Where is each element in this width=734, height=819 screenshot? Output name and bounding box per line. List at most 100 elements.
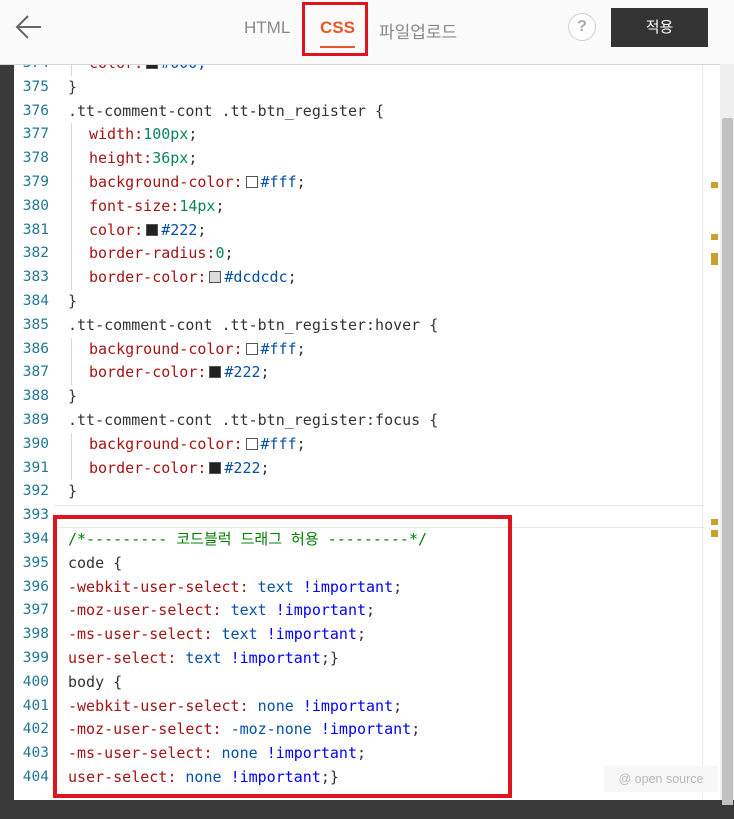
code-line[interactable]: 380 font-size:14px; (14, 194, 704, 219)
code-line[interactable]: 379 background-color: #fff; (14, 171, 704, 195)
code-line[interactable]: 376 .tt-comment-cont .tt-btn_register { (14, 100, 704, 124)
code-token: color: (89, 64, 143, 72)
scroll-marker (711, 182, 718, 188)
code-line[interactable]: 377 width:100px; (14, 123, 704, 148)
code-line[interactable]: 383 border-color: #dcdcdc; (14, 266, 704, 290)
color-swatch (146, 223, 159, 236)
back-arrow-icon[interactable] (14, 12, 44, 42)
tab-file-upload[interactable]: 파일업로드 (379, 18, 457, 43)
top-bar: HTML CSS 파일업로드 ? 적용 (0, 0, 734, 65)
indent-guide (71, 218, 89, 243)
code-token: ; (296, 339, 306, 358)
open-source-badge[interactable]: @ open source (604, 766, 718, 792)
line-number: 385 (22, 316, 49, 333)
code-line[interactable]: 392} (14, 480, 704, 504)
line-number: 392 (22, 483, 49, 500)
code-token: color: (89, 220, 144, 239)
code-token: width: (89, 125, 144, 144)
code-text: background-color: #fff; (68, 171, 306, 195)
css-tab-annotation-box (302, 2, 368, 56)
code-text: background-color: #fff; (68, 337, 306, 362)
code-token: #000; (161, 64, 206, 72)
code-token: #222 (224, 458, 261, 477)
code-line[interactable]: 388} (14, 385, 704, 409)
line-number: 401 (22, 697, 49, 714)
indent-guide (71, 456, 89, 481)
code-token: .tt-comment-cont .tt-btn_register:hover … (68, 315, 439, 334)
scroll-marker (711, 253, 718, 265)
code-token: ; (188, 125, 198, 144)
line-number: 376 (22, 102, 49, 119)
line-number: 384 (22, 293, 49, 309)
line-number: 377 (22, 126, 49, 143)
code-line[interactable]: 391 border-color: #222; (14, 456, 704, 481)
code-text: color: #000; (68, 64, 206, 76)
code-text: } (68, 480, 77, 504)
code-token: ; (287, 268, 297, 287)
code-line[interactable]: 390 background-color: #fff; (14, 432, 704, 457)
code-text: .tt-comment-cont .tt-btn_register:hover … (68, 314, 438, 338)
code-token: } (68, 387, 78, 406)
apply-button[interactable]: 적용 (611, 8, 708, 47)
code-text: .tt-comment-cont .tt-btn_register { (68, 100, 384, 124)
color-swatch (245, 342, 258, 355)
code-line[interactable]: 389 .tt-comment-cont .tt-btn_register:foc… (14, 409, 704, 433)
code-line[interactable]: 387 border-color: #222; (14, 361, 704, 386)
code-token: ; (224, 244, 234, 263)
line-number: 379 (22, 174, 49, 190)
line-number: 398 (22, 626, 49, 643)
code-text: border-color: #dcdcdc; (68, 266, 297, 290)
code-token: background-color: (89, 173, 243, 191)
code-token: border-radius: (89, 244, 216, 263)
indent-guide (71, 337, 89, 362)
code-token: #fff (260, 339, 297, 358)
line-number: 402 (22, 721, 49, 738)
code-line[interactable]: 374 color: #000; (14, 64, 704, 76)
line-number: 382 (22, 245, 49, 262)
line-number: 394 (22, 531, 49, 547)
line-number: 393 (22, 507, 49, 524)
color-swatch (245, 176, 258, 188)
line-number: 390 (22, 435, 49, 452)
code-line[interactable]: 378 height:36px; (14, 147, 704, 171)
code-token: border-color: (89, 268, 207, 287)
color-swatch (245, 437, 258, 450)
code-line[interactable]: 385 .tt-comment-cont .tt-btn_register:hov… (14, 314, 704, 338)
line-number: 386 (22, 340, 49, 357)
line-number: 404 (22, 769, 49, 785)
code-text: border-color: #222; (68, 361, 270, 386)
code-token: #dcdcdc (224, 268, 288, 287)
tab-html[interactable]: HTML (244, 18, 290, 38)
code-token: ; (215, 196, 225, 215)
code-token: 36px (152, 149, 189, 168)
line-number: 380 (22, 197, 49, 214)
code-line[interactable]: 384} (14, 290, 704, 314)
line-number: 388 (22, 388, 49, 405)
indent-guide (71, 432, 89, 457)
color-swatch (209, 461, 222, 474)
code-line[interactable]: 386 background-color: #fff; (14, 337, 704, 362)
code-line[interactable]: 375} (14, 76, 704, 100)
code-token: #222 (224, 363, 261, 382)
code-text: border-radius:0; (68, 242, 234, 267)
code-text: background-color: #fff; (68, 432, 306, 457)
code-line[interactable]: 382 border-radius:0; (14, 242, 704, 267)
code-text: color: #222; (68, 218, 206, 243)
code-annotation-box (53, 515, 512, 798)
code-token: ; (188, 149, 198, 168)
line-number: 391 (22, 459, 49, 476)
code-line[interactable]: 381 color: #222; (14, 218, 704, 243)
code-token: border-color: (89, 458, 207, 477)
scrollbar-thumb[interactable] (722, 118, 733, 808)
code-token: } (68, 77, 78, 96)
line-number: 374 (14, 64, 49, 76)
line-number: 383 (22, 269, 49, 286)
indent-guide (71, 64, 89, 76)
line-number: 396 (22, 578, 49, 595)
code-token: background-color: (89, 434, 243, 453)
code-text: .tt-comment-cont .tt-btn_register:focus … (68, 409, 438, 433)
line-number: 375 (22, 78, 49, 95)
code-token: ; (260, 363, 270, 382)
line-number: 400 (22, 673, 49, 690)
help-icon[interactable]: ? (568, 13, 596, 41)
